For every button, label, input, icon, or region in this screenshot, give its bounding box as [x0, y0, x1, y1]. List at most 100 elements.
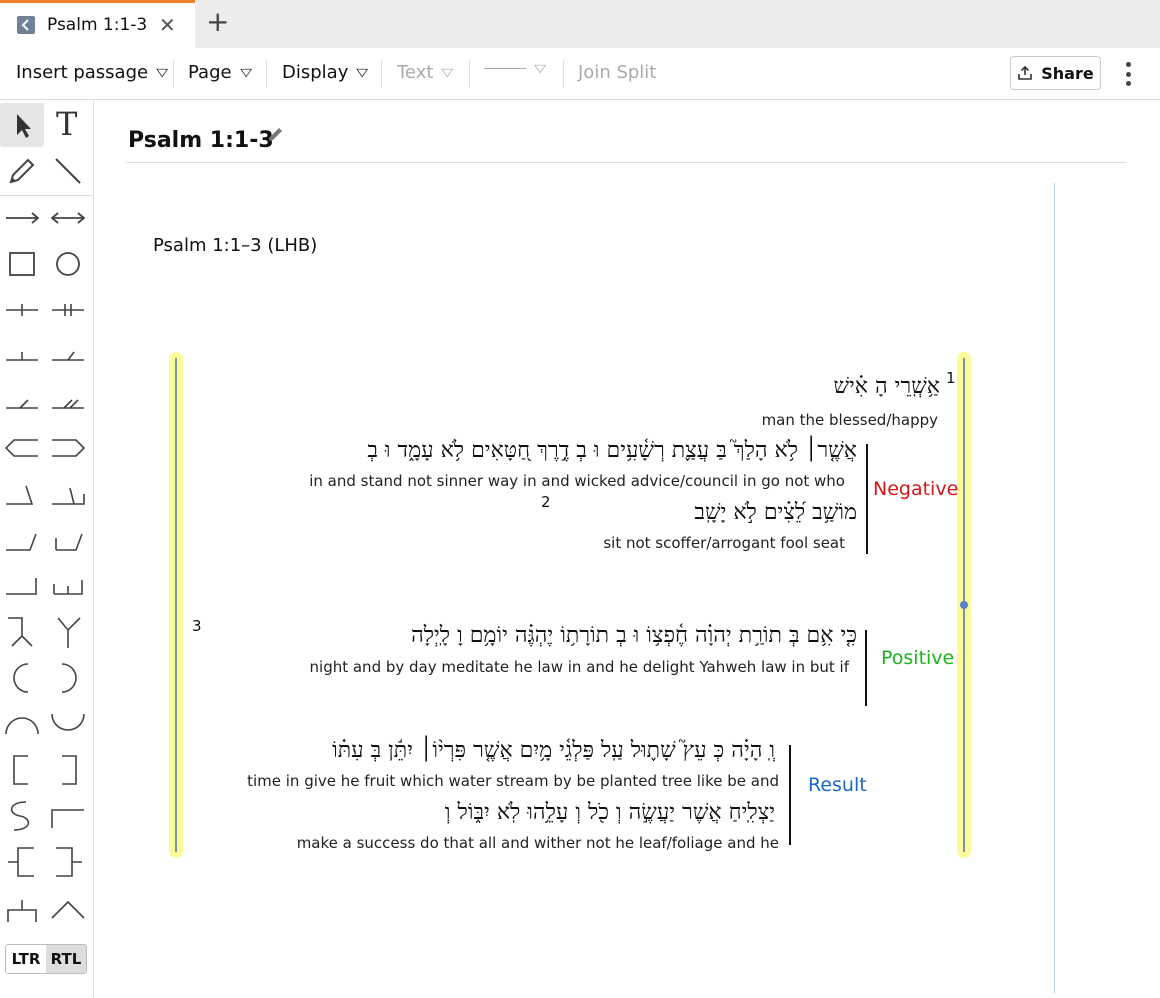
more-options-icon[interactable] — [1119, 60, 1137, 88]
double-slash-line-tool[interactable] — [46, 380, 90, 424]
hebrew-line-4[interactable]: כִּ֤י אִ֥ם בְּ תוֹרַ֥ת יְהוָ֗ה חֶ֫פְצ֥וֹ… — [411, 622, 857, 648]
gate-tool[interactable] — [0, 886, 44, 930]
bracket-positive — [865, 630, 867, 706]
cross-line-tool[interactable] — [0, 288, 44, 332]
tab-psalm[interactable]: Psalm 1:1-3 ✕ — [0, 0, 195, 48]
pencil-edit-icon[interactable] — [266, 124, 286, 144]
s-curve-tool[interactable] — [0, 794, 44, 838]
corner-line-tool[interactable] — [0, 564, 44, 608]
double-cross-line-icon — [52, 304, 84, 316]
step-line-tool[interactable] — [46, 794, 90, 838]
bend-tick-line-tool[interactable] — [46, 472, 90, 516]
label-negative[interactable]: Negative — [873, 478, 958, 500]
hebrew-line-2[interactable]: אֲשֶׁ֤ר׀ לֹ֥א הָלַךְ֮ בַּ עֲצַ֪ת רְשָׁ֫ע… — [367, 437, 857, 463]
pointer-icon — [17, 114, 31, 138]
hebrew-line-5[interactable]: וְֽ הָיָ֗ה כְּ עֵץ֮ שָׁת֪וּל עַֽל פַּלְג… — [332, 737, 775, 763]
bracket-right-tool[interactable] — [46, 748, 90, 792]
hebrew-line-1[interactable]: אַ֥שְֽׁרֵי הָ אִ֗ישׁ — [833, 373, 940, 399]
arc-top-tool[interactable] — [0, 702, 44, 746]
slash-line-tool[interactable] — [0, 380, 44, 424]
toolbar-divider — [563, 60, 564, 88]
slant-tick-line-tool[interactable] — [46, 334, 90, 378]
fork-left-tool[interactable] — [0, 610, 44, 654]
label-positive[interactable]: Positive — [881, 647, 954, 669]
s-curve-icon — [10, 801, 30, 831]
bracket-tick-left-tool[interactable] — [0, 840, 44, 884]
gloss-line-2: in and stand not sinner way in and wicke… — [309, 472, 845, 490]
corner-tick-line-tool[interactable] — [46, 564, 90, 608]
line-icon — [55, 158, 81, 184]
chevron-down-icon: ▽ — [156, 66, 169, 79]
chevron-down-icon: ▽ — [356, 66, 369, 79]
double-arrow-icon — [50, 212, 86, 224]
bracket-left-tool[interactable] — [0, 748, 44, 792]
step-line-icon — [51, 809, 84, 828]
line-style-dropdown[interactable]: ▽ — [484, 62, 546, 75]
rectangle-tool[interactable] — [0, 242, 44, 286]
hebrew-line-6[interactable]: יַצְלִֽיחַ אֲשֶׁר יַעֲשֶׂ֣ה וְ כֹ֖ל וְ ע… — [445, 799, 775, 825]
caret-tool[interactable] — [46, 886, 90, 930]
arrow-right-icon — [6, 212, 40, 224]
document-icon — [17, 16, 35, 34]
angle-tick-line-tool[interactable] — [46, 518, 90, 562]
double-arrow-tool[interactable] — [46, 196, 90, 240]
rtl-button[interactable]: RTL — [46, 945, 86, 973]
join-split-button[interactable]: Join Split — [578, 62, 656, 83]
bracket-result — [789, 745, 791, 845]
add-tab-icon[interactable]: + — [206, 8, 229, 36]
ltr-button[interactable]: LTR — [6, 945, 46, 973]
toolbar: Insert passage ▽ Page ▽ Display ▽ Text ▽… — [0, 48, 1160, 100]
text-label: Text — [397, 62, 434, 83]
page-dropdown[interactable]: Page ▽ — [188, 62, 252, 83]
verse-number: 3 — [192, 617, 202, 635]
tool-palette: T LTR RTL — [0, 101, 94, 998]
select-tool[interactable] — [0, 103, 44, 147]
bracket-tick-left-icon — [8, 847, 34, 877]
circle-icon — [56, 252, 80, 276]
direction-toggle: LTR RTL — [5, 944, 87, 974]
close-icon[interactable]: ✕ — [159, 13, 176, 37]
rail-handle[interactable] — [960, 601, 968, 609]
line-tool[interactable] — [46, 149, 90, 193]
page-label: Page — [188, 62, 232, 83]
verse-number: 2 — [541, 493, 551, 511]
hebrew-line-3[interactable]: מוֹשַׁ֥ב לֵ֝צִ֗ים לֹ֣א יָשָֽׁב — [694, 499, 857, 525]
angle-tick-line-icon — [55, 533, 83, 551]
label-result[interactable]: Result — [808, 774, 867, 796]
insert-passage-dropdown[interactable]: Insert passage ▽ — [16, 62, 169, 83]
tick-line-tool[interactable] — [0, 334, 44, 378]
arc-left-icon — [13, 663, 29, 693]
angle-line-icon — [6, 533, 37, 551]
display-dropdown[interactable]: Display ▽ — [282, 62, 369, 83]
arc-bottom-tool[interactable] — [46, 702, 90, 746]
fork-y-tool[interactable] — [46, 610, 90, 654]
double-cross-line-tool[interactable] — [46, 288, 90, 332]
pencil-tool[interactable] — [0, 149, 44, 193]
tag-left-icon — [4, 439, 38, 457]
text-dropdown[interactable]: Text ▽ — [397, 62, 454, 83]
tag-right-tool[interactable] — [46, 426, 90, 470]
corner-tick-line-icon — [53, 580, 83, 595]
tag-right-icon — [52, 439, 86, 457]
bend-line-tool[interactable] — [0, 472, 44, 516]
gloss-line-5: time in give he fruit which water stream… — [247, 772, 779, 790]
gloss-line-3: sit not scoffer/arrogant fool seat — [603, 534, 845, 552]
arc-left-tool[interactable] — [0, 656, 44, 700]
circle-tool[interactable] — [46, 242, 90, 286]
text-tool[interactable]: T — [46, 103, 90, 147]
line-style-icon — [484, 68, 526, 69]
toolbar-divider — [381, 60, 382, 88]
highlight-rail-left[interactable] — [169, 352, 183, 858]
bracket-tick-right-tool[interactable] — [46, 840, 90, 884]
slash-line-icon — [6, 399, 38, 409]
angle-line-tool[interactable] — [0, 518, 44, 562]
share-button[interactable]: Share — [1010, 56, 1101, 90]
arc-right-tool[interactable] — [46, 656, 90, 700]
document-title[interactable]: Psalm 1:1-3 — [128, 128, 274, 153]
corner-line-icon — [6, 578, 37, 595]
verse-number: 1 — [946, 369, 956, 387]
fork-y-icon — [57, 617, 81, 648]
arrow-tool[interactable] — [0, 196, 44, 240]
share-label: Share — [1041, 63, 1094, 83]
tag-left-tool[interactable] — [0, 426, 44, 470]
